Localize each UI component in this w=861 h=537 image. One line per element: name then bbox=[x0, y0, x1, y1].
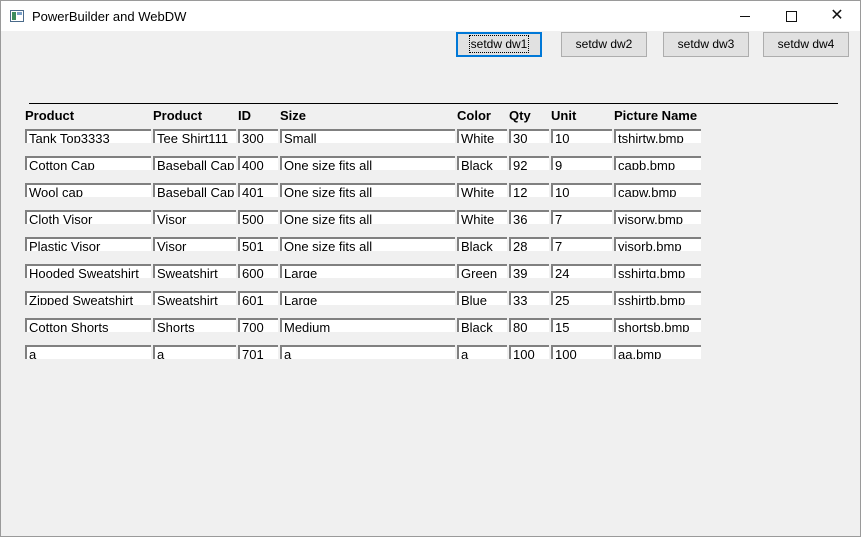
header-divider bbox=[29, 103, 838, 104]
cell-product-qty[interactable]: 92 bbox=[509, 156, 549, 170]
cell-product-unit[interactable]: 10 bbox=[551, 129, 612, 143]
cell-product-color[interactable]: White bbox=[457, 183, 507, 197]
column-header-picture-name: Picture Name bbox=[614, 108, 698, 123]
cell-product-qty[interactable]: 33 bbox=[509, 291, 549, 305]
cell-picture-name[interactable]: capb.bmp bbox=[614, 156, 701, 170]
cell-product-size[interactable]: Small bbox=[280, 129, 455, 143]
app-icon bbox=[10, 10, 24, 22]
cell-product-color[interactable]: Black bbox=[457, 156, 507, 170]
column-header-product-size: Size bbox=[280, 108, 307, 123]
cell-product-category[interactable]: Baseball Cap bbox=[153, 156, 236, 170]
cell-product-color[interactable]: Green bbox=[457, 264, 507, 278]
setdw-dw2-label: setdw dw2 bbox=[575, 37, 633, 51]
cell-product-unit[interactable]: 7 bbox=[551, 210, 612, 224]
cell-product-unit[interactable]: 24 bbox=[551, 264, 612, 278]
cell-product-size[interactable]: One size fits all bbox=[280, 183, 455, 197]
cell-product-unit[interactable]: 7 bbox=[551, 237, 612, 251]
maximize-icon bbox=[785, 10, 797, 22]
cell-product-category[interactable]: Sweatshirt bbox=[153, 291, 236, 305]
cell-product-size[interactable]: One size fits all bbox=[280, 237, 455, 251]
cell-product-id[interactable]: 701 bbox=[238, 345, 278, 359]
cell-product-id[interactable]: 401 bbox=[238, 183, 278, 197]
cell-product-unit[interactable]: 9 bbox=[551, 156, 612, 170]
cell-product-name[interactable]: a bbox=[25, 345, 151, 359]
cell-product-name[interactable]: Tank Top3333 bbox=[25, 129, 151, 143]
column-header-product-qty: Qty bbox=[509, 108, 531, 123]
cell-product-qty[interactable]: 12 bbox=[509, 183, 549, 197]
cell-product-qty[interactable]: 28 bbox=[509, 237, 549, 251]
close-button[interactable]: ✕ bbox=[814, 1, 860, 31]
cell-product-id[interactable]: 500 bbox=[238, 210, 278, 224]
cell-product-size[interactable]: a bbox=[280, 345, 455, 359]
cell-product-unit[interactable]: 15 bbox=[551, 318, 612, 332]
cell-product-id[interactable]: 501 bbox=[238, 237, 278, 251]
cell-picture-name[interactable]: aa.bmp bbox=[614, 345, 701, 359]
column-header-product-unit: Unit bbox=[551, 108, 577, 123]
window-title: PowerBuilder and WebDW bbox=[32, 8, 187, 24]
cell-product-name[interactable]: Cotton Shorts bbox=[25, 318, 151, 332]
cell-picture-name[interactable]: visorb.bmp bbox=[614, 237, 701, 251]
cell-product-category[interactable]: Tee Shirt111 bbox=[153, 129, 236, 143]
setdw-dw1-label: setdw dw1 bbox=[468, 35, 530, 53]
title-bar[interactable]: PowerBuilder and WebDW ✕ bbox=[1, 1, 860, 31]
cell-product-size[interactable]: Medium bbox=[280, 318, 455, 332]
cell-product-unit[interactable]: 10 bbox=[551, 183, 612, 197]
cell-product-category[interactable]: Visor bbox=[153, 210, 236, 224]
cell-product-name[interactable]: Zipped Sweatshirt bbox=[25, 291, 151, 305]
cell-product-unit[interactable]: 100 bbox=[551, 345, 612, 359]
cell-product-category[interactable]: a bbox=[153, 345, 236, 359]
close-icon: ✕ bbox=[830, 7, 844, 24]
cell-product-size[interactable]: Large bbox=[280, 264, 455, 278]
cell-product-id[interactable]: 300 bbox=[238, 129, 278, 143]
cell-product-qty[interactable]: 30 bbox=[509, 129, 549, 143]
cell-product-name[interactable]: Cotton Cap bbox=[25, 156, 151, 170]
cell-picture-name[interactable]: shortsb.bmp bbox=[614, 318, 701, 332]
cell-product-qty[interactable]: 39 bbox=[509, 264, 549, 278]
cell-product-id[interactable]: 601 bbox=[238, 291, 278, 305]
cell-product-color[interactable]: a bbox=[457, 345, 507, 359]
cell-product-unit[interactable]: 25 bbox=[551, 291, 612, 305]
column-header-product-name: Product bbox=[25, 108, 75, 123]
setdw-dw4-label: setdw dw4 bbox=[777, 37, 835, 51]
minimize-icon bbox=[740, 15, 750, 17]
cell-product-color[interactable]: White bbox=[457, 210, 507, 224]
cell-product-name[interactable]: Cloth Visor bbox=[25, 210, 151, 224]
cell-product-size[interactable]: One size fits all bbox=[280, 210, 455, 224]
cell-picture-name[interactable]: sshirtg.bmp bbox=[614, 264, 701, 278]
setdw-dw2-button[interactable]: setdw dw2 bbox=[561, 32, 647, 57]
cell-product-name[interactable]: Hooded Sweatshirt bbox=[25, 264, 151, 278]
window-controls: ✕ bbox=[722, 1, 860, 31]
cell-picture-name[interactable]: sshirtb.bmp bbox=[614, 291, 701, 305]
cell-product-category[interactable]: Baseball Cap bbox=[153, 183, 236, 197]
cell-product-color[interactable]: Black bbox=[457, 318, 507, 332]
cell-product-color[interactable]: Blue bbox=[457, 291, 507, 305]
setdw-dw4-button[interactable]: setdw dw4 bbox=[763, 32, 849, 57]
setdw-dw3-button[interactable]: setdw dw3 bbox=[663, 32, 749, 57]
cell-product-category[interactable]: Visor bbox=[153, 237, 236, 251]
cell-product-size[interactable]: One size fits all bbox=[280, 156, 455, 170]
cell-product-qty[interactable]: 100 bbox=[509, 345, 549, 359]
cell-product-color[interactable]: White bbox=[457, 129, 507, 143]
cell-product-name[interactable]: Plastic Visor bbox=[25, 237, 151, 251]
cell-product-qty[interactable]: 80 bbox=[509, 318, 549, 332]
column-header-product-id: ID bbox=[238, 108, 251, 123]
cell-picture-name[interactable]: visorw.bmp bbox=[614, 210, 701, 224]
setdw-dw1-button[interactable]: setdw dw1 bbox=[456, 32, 542, 57]
cell-product-id[interactable]: 600 bbox=[238, 264, 278, 278]
cell-product-color[interactable]: Black bbox=[457, 237, 507, 251]
cell-picture-name[interactable]: capw.bmp bbox=[614, 183, 701, 197]
minimize-button[interactable] bbox=[722, 1, 768, 31]
column-header-product-color: Color bbox=[457, 108, 491, 123]
column-header-product-category: Product bbox=[153, 108, 203, 123]
cell-product-category[interactable]: Shorts bbox=[153, 318, 236, 332]
cell-product-category[interactable]: Sweatshirt bbox=[153, 264, 236, 278]
maximize-button[interactable] bbox=[768, 1, 814, 31]
setdw-dw3-label: setdw dw3 bbox=[677, 37, 735, 51]
cell-product-id[interactable]: 700 bbox=[238, 318, 278, 332]
cell-product-name[interactable]: Wool cap bbox=[25, 183, 151, 197]
cell-product-size[interactable]: Large bbox=[280, 291, 455, 305]
cell-product-id[interactable]: 400 bbox=[238, 156, 278, 170]
cell-product-qty[interactable]: 36 bbox=[509, 210, 549, 224]
cell-picture-name[interactable]: tshirtw.bmp bbox=[614, 129, 701, 143]
